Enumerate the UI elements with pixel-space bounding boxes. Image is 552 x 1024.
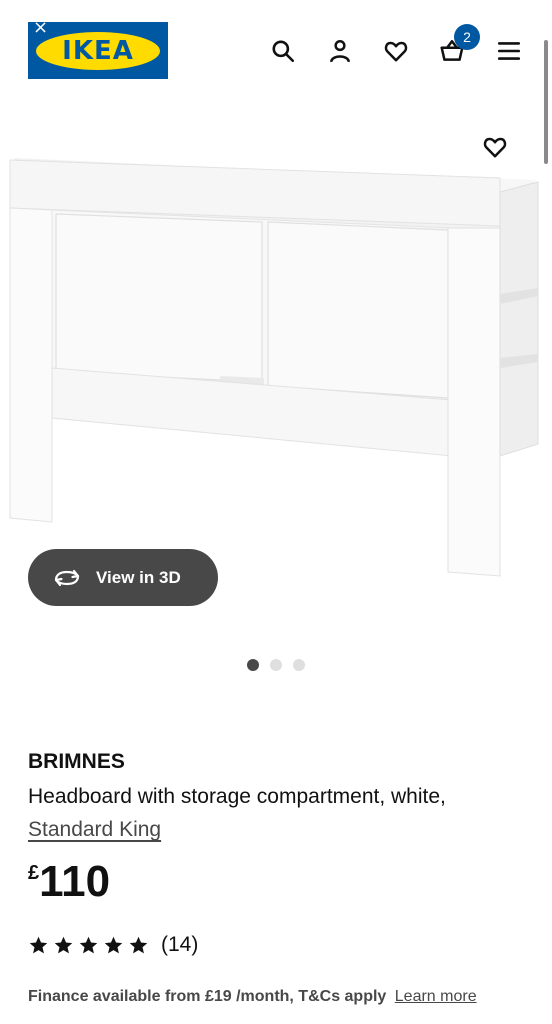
size-link[interactable]: Standard King	[28, 818, 161, 842]
finance-text: Finance available from £19 /month, T&Cs …	[28, 988, 387, 1005]
star-icon	[104, 936, 123, 953]
top-nav-bar: IKEA × 2	[0, 0, 552, 100]
review-count: (14)	[161, 933, 199, 956]
learn-more-link[interactable]: Learn more	[395, 988, 477, 1005]
view-in-3d-button[interactable]: View in 3D	[28, 549, 218, 606]
gallery-pagination	[247, 659, 305, 671]
star-icon	[129, 936, 148, 953]
product-description: Headboard with storage compartment, whit…	[28, 785, 446, 808]
product-favourite-icon[interactable]	[478, 130, 512, 164]
rotate-3d-icon	[54, 569, 80, 586]
logo-oval: IKEA	[36, 31, 160, 70]
finance-info: Finance available from £19 /month, T&Cs …	[28, 988, 477, 1006]
gallery-dot[interactable]	[293, 659, 305, 671]
star-icon	[54, 936, 73, 953]
search-icon[interactable]	[268, 36, 298, 66]
gallery-dot[interactable]	[247, 659, 259, 671]
product-name: BRIMNES	[28, 750, 125, 773]
favourites-icon[interactable]	[381, 36, 411, 66]
product-rating[interactable]: (14)	[28, 933, 198, 957]
menu-icon[interactable]	[494, 36, 524, 66]
gallery-dot[interactable]	[270, 659, 282, 671]
basket-count-badge: 2	[454, 24, 480, 50]
star-rating	[28, 935, 149, 956]
star-icon	[79, 936, 98, 953]
account-icon[interactable]	[325, 36, 355, 66]
logo-wordmark: IKEA	[62, 35, 134, 66]
product-price: £ 110	[28, 856, 110, 908]
price-amount: 110	[39, 857, 111, 906]
price-currency: £	[28, 862, 40, 884]
close-icon[interactable]: ×	[33, 18, 53, 38]
view-in-3d-label: View in 3D	[96, 567, 181, 587]
star-icon	[29, 936, 48, 953]
